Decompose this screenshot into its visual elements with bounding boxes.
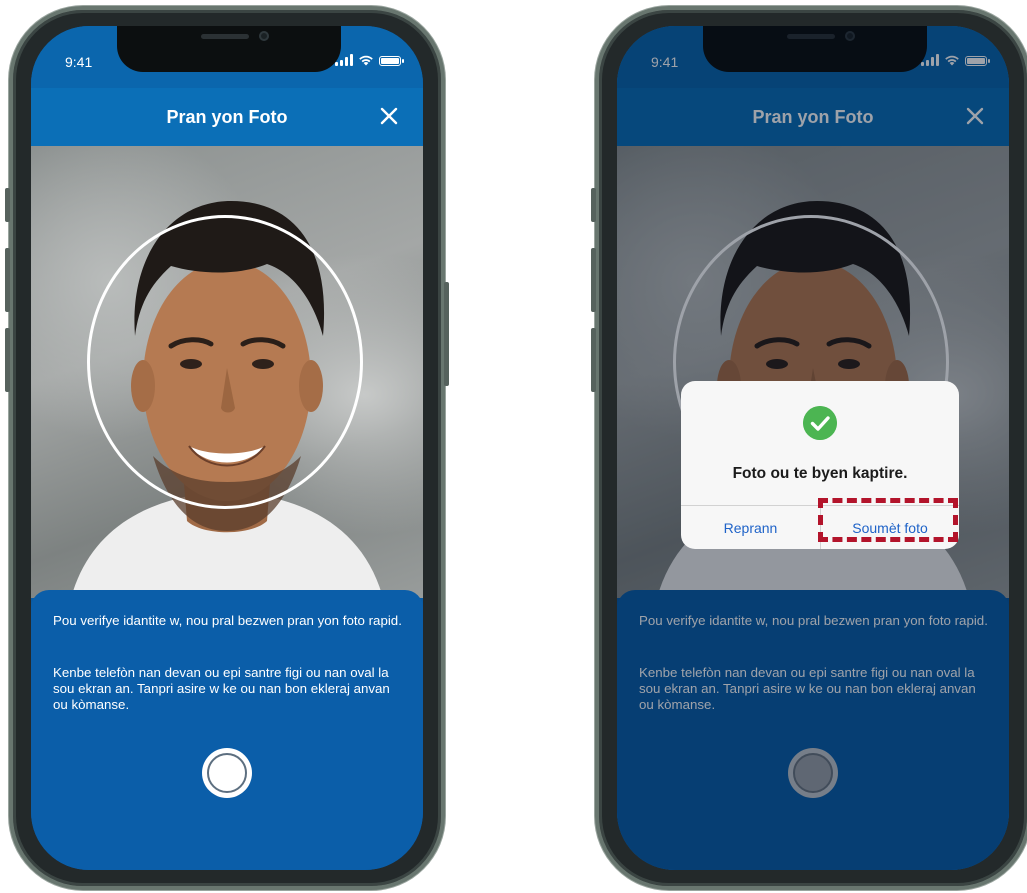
face-oval-guide	[87, 215, 363, 509]
instructions-panel: Pou verifye idantite w, nou pral bezwen …	[31, 590, 423, 870]
speaker-grille	[201, 34, 249, 39]
status-icons	[335, 54, 404, 66]
notch	[703, 26, 927, 72]
app-header: Pran yon Foto	[617, 88, 1009, 146]
power-button	[444, 282, 449, 386]
check-circle-icon	[803, 406, 837, 440]
instruction-text-1: Pou verifye idantite w, nou pral bezwen …	[53, 613, 402, 628]
mute-switch	[5, 188, 10, 222]
phone-frame-confirm: 9:41 Pran yon Foto Pou verifye idantite …	[591, 6, 1027, 890]
phone-frame-capture: 9:41 Pran yon Foto Pou verifye idantite …	[5, 6, 449, 890]
camera-preview	[31, 146, 423, 598]
front-camera	[845, 31, 855, 41]
battery-icon	[379, 56, 404, 66]
instruction-text-1: Pou verifye idantite w, nou pral bezwen …	[639, 613, 988, 628]
page-title: Pran yon Foto	[752, 106, 874, 127]
volume-up-button	[5, 248, 10, 312]
instruction-text-2: Kenbe telefòn nan devan ou epi santre fi…	[639, 665, 976, 712]
phone-screen: 9:41 Pran yon Foto Pou verifye idantite …	[617, 26, 1009, 870]
wifi-icon	[945, 55, 959, 66]
capture-success-dialog: Foto ou te byen kaptire. Reprann Soumèt …	[681, 381, 959, 549]
notch	[117, 26, 341, 72]
status-time: 9:41	[651, 54, 679, 70]
capture-button-disabled	[788, 748, 838, 798]
close-icon[interactable]	[377, 104, 401, 128]
front-camera	[259, 31, 269, 41]
phone-screen: 9:41 Pran yon Foto Pou verifye idantite …	[31, 26, 423, 870]
mute-switch	[591, 188, 596, 222]
speaker-grille	[787, 34, 835, 39]
retake-button[interactable]: Reprann	[681, 506, 820, 549]
volume-up-button	[591, 248, 596, 312]
volume-down-button	[5, 328, 10, 392]
status-icons	[921, 54, 990, 66]
dialog-message: Foto ou te byen kaptire.	[732, 465, 908, 482]
instruction-text-2: Kenbe telefòn nan devan ou epi santre fi…	[53, 665, 390, 712]
instructions-panel: Pou verifye idantite w, nou pral bezwen …	[617, 590, 1009, 870]
battery-icon	[965, 56, 990, 66]
app-header: Pran yon Foto	[31, 88, 423, 146]
status-time: 9:41	[65, 54, 93, 70]
close-icon[interactable]	[963, 104, 987, 128]
volume-down-button	[591, 328, 596, 392]
submit-photo-button[interactable]: Soumèt foto	[821, 506, 959, 549]
capture-button[interactable]	[202, 748, 252, 798]
page-title: Pran yon Foto	[166, 106, 288, 127]
wifi-icon	[359, 55, 373, 66]
